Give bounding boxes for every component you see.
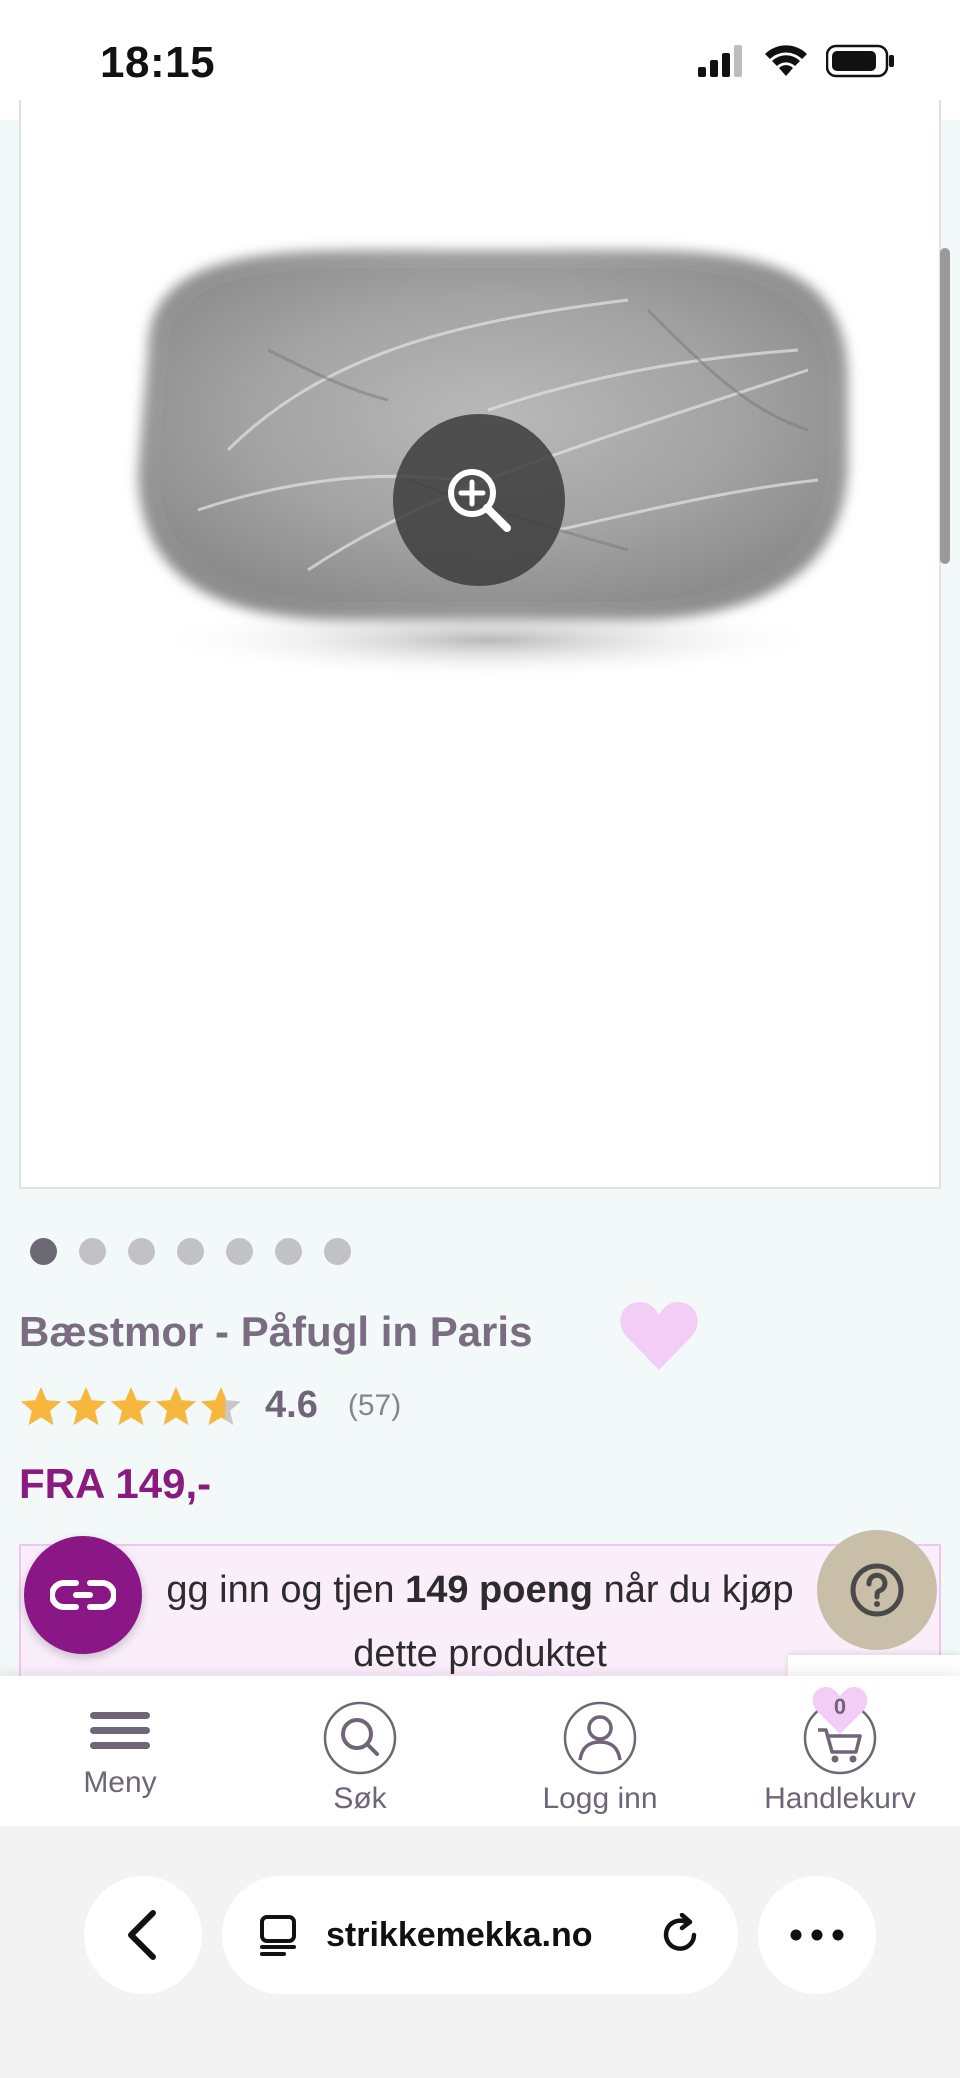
pagination-dot[interactable] (177, 1238, 204, 1265)
pagination-dot[interactable] (226, 1238, 253, 1265)
nav-menu[interactable]: Meny (0, 1676, 240, 1826)
search-icon (323, 1701, 397, 1775)
more-button[interactable] (758, 1876, 876, 1994)
star-icon (156, 1386, 196, 1425)
star-icon (201, 1386, 241, 1425)
tabs-icon (260, 1915, 296, 1956)
star-icon (66, 1386, 106, 1425)
pagination-dot[interactable] (128, 1238, 155, 1265)
back-icon (128, 1910, 156, 1960)
battery-icon (826, 44, 894, 78)
rating-stars (19, 1385, 243, 1427)
wifi-icon (765, 45, 807, 76)
help-button[interactable] (817, 1530, 937, 1650)
menu-icon (90, 1712, 150, 1749)
star-icon (21, 1386, 61, 1425)
signal-icon (698, 45, 742, 77)
cart-count: 0 (833, 1694, 847, 1719)
browser-toolbar: strikkemekka.no (0, 1826, 960, 2078)
help-icon (850, 1563, 904, 1617)
loyalty-button[interactable] (24, 1536, 142, 1654)
url-text: strikkemekka.no (326, 1915, 593, 1954)
pagination-dot[interactable] (30, 1238, 57, 1265)
image-pagination-dots (30, 1238, 351, 1265)
status-icons (698, 44, 896, 78)
points-banner-prefix: gg inn og tjen (166, 1569, 406, 1611)
pagination-dot[interactable] (275, 1238, 302, 1265)
nav-login-label: Logg inn (542, 1782, 658, 1815)
points-banner-line1: gg inn og tjen 149 poeng når du kjøp (21, 1558, 939, 1622)
reload-icon[interactable] (658, 1913, 702, 1957)
nav-menu-label: Meny (83, 1766, 157, 1799)
nav-cart[interactable]: 0 Handlekurv (720, 1676, 960, 1826)
product-title: Bæstmor - Påfugl in Paris (19, 1308, 533, 1355)
zoom-button[interactable] (393, 414, 565, 586)
user-icon (563, 1701, 637, 1775)
nav-login[interactable]: Logg inn (480, 1676, 720, 1826)
points-banner-suffix: når du kjøp (593, 1569, 794, 1611)
zoom-in-icon (448, 469, 511, 532)
bottom-navigation: Meny Søk Logg inn 0 Handlekurv (0, 1676, 960, 1826)
pagination-dot[interactable] (324, 1238, 351, 1265)
nav-search[interactable]: Søk (240, 1676, 480, 1826)
rating-value: 4.6 (265, 1384, 318, 1426)
scroll-indicator[interactable] (940, 248, 950, 564)
pagination-dot[interactable] (79, 1238, 106, 1265)
status-time: 18:15 (100, 38, 216, 87)
points-amount: 149 poeng (405, 1569, 594, 1611)
nav-search-label: Søk (333, 1782, 387, 1815)
product-price: FRA 149,- (19, 1460, 212, 1507)
star-icon (111, 1386, 151, 1425)
back-button[interactable] (84, 1876, 202, 1994)
loyalty-icon (50, 1580, 116, 1610)
product-rating[interactable]: 4.6 (57) (19, 1384, 401, 1427)
nav-cart-label: Handlekurv (764, 1782, 916, 1815)
favorite-button[interactable] (620, 1300, 698, 1372)
rating-count[interactable]: (57) (348, 1389, 401, 1423)
address-bar[interactable]: strikkemekka.no (222, 1876, 738, 1994)
more-icon (790, 1929, 844, 1941)
heart-icon (620, 1302, 698, 1370)
